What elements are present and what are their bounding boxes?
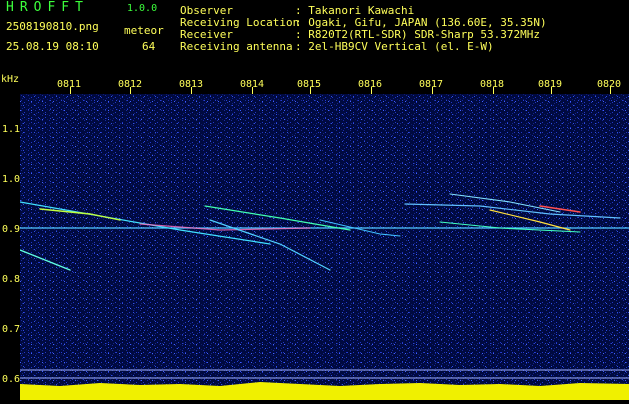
meteor-count: 64 (142, 40, 156, 53)
x-tick-mark (191, 87, 192, 94)
info-antenna-label: Receiving antenna (180, 40, 293, 53)
y-tick-label: 0.8 (2, 274, 21, 285)
x-tick-mark (70, 87, 71, 94)
x-tick-mark (371, 87, 372, 94)
x-tick-mark (493, 87, 494, 94)
y-tick-label: 0.6 (2, 374, 21, 385)
info-antenna-value: : 2el-HB9CV Vertical (el. E-W) (295, 40, 494, 53)
timestamp: 25.08.19 08:10 (6, 40, 99, 53)
y-tick-label: 1.0 (2, 174, 21, 185)
x-tick-mark (310, 87, 311, 94)
spectrogram-plot (19, 94, 629, 400)
x-tick-mark (551, 87, 552, 94)
x-tick-mark (432, 87, 433, 94)
x-tick-mark (610, 87, 611, 94)
meteor-label: meteor (124, 24, 164, 37)
x-tick-mark (252, 87, 253, 94)
spectrogram (19, 94, 629, 400)
file-name: 2508190810.png (6, 20, 99, 33)
x-tick-mark (130, 87, 131, 94)
noise-speckle (20, 94, 629, 400)
app-version: 1.0.0 (127, 3, 158, 14)
app-title: HROFFT (6, 0, 89, 15)
y-tick-label: 0.9 (2, 224, 21, 235)
y-tick-label: 1.1 (2, 124, 21, 135)
y-unit-label: kHz (1, 74, 20, 85)
y-tick-label: 0.7 (2, 324, 21, 335)
